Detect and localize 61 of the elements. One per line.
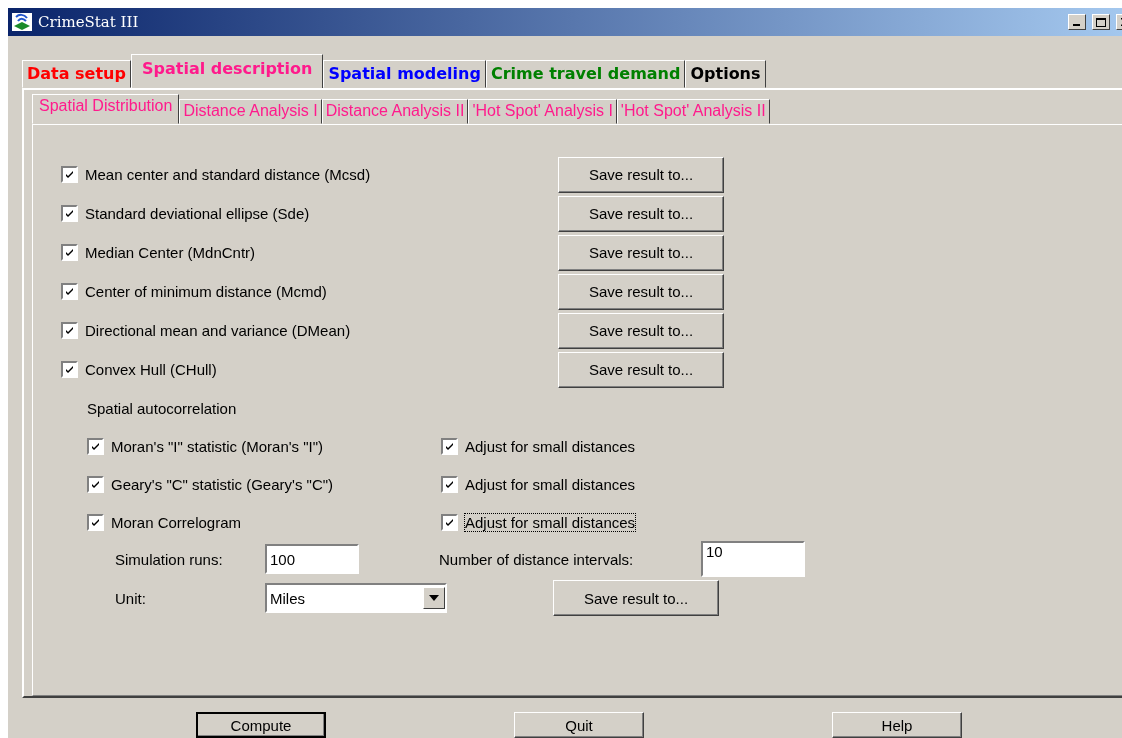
checkbox-label: Adjust for small distances	[465, 513, 636, 531]
save-button[interactable]: Save result to...	[558, 312, 724, 349]
check-icon	[445, 517, 454, 527]
input-field[interactable]: 100	[265, 544, 359, 574]
checkbox[interactable]	[61, 166, 78, 183]
window-title: CrimeStat III	[38, 13, 140, 31]
app-icon	[12, 13, 32, 31]
checkbox-label: Geary's "C" statistic (Geary's "C")	[111, 475, 334, 493]
checkbox-label: Directional mean and variance (DMean)	[85, 322, 351, 339]
check-icon	[65, 170, 74, 179]
footer-button[interactable]: Help	[832, 712, 962, 738]
checkbox-label: Median Center (MdnCntr)	[85, 244, 256, 261]
checkbox-label: Standard deviational ellipse (Sde)	[85, 205, 310, 222]
check-icon	[91, 441, 100, 451]
checkbox-label: Adjust for small distances	[465, 475, 636, 493]
check-icon	[91, 517, 100, 527]
checkbox[interactable]	[441, 475, 458, 493]
minimize-button[interactable]	[1068, 14, 1086, 30]
checkbox[interactable]	[61, 205, 78, 222]
footer-button[interactable]: Quit	[514, 712, 644, 738]
tab[interactable]: Spatial modeling	[323, 60, 486, 88]
tab[interactable]: Options	[685, 60, 766, 88]
checkbox[interactable]	[87, 437, 104, 455]
checkbox-label: Center of minimum distance (Mcmd)	[85, 283, 327, 300]
field-label: Simulation runs:	[115, 550, 224, 568]
checkbox-label: Moran's "I" statistic (Moran's "I")	[111, 437, 324, 455]
checkbox-label: Convex Hull (CHull)	[85, 361, 217, 378]
checkbox[interactable]	[441, 513, 458, 531]
input-field[interactable]: 10	[701, 541, 805, 577]
footer-button[interactable]: Compute	[196, 712, 326, 738]
maximize-button[interactable]	[1092, 14, 1110, 30]
save-button[interactable]: Save result to...	[558, 156, 724, 193]
checkbox[interactable]	[61, 283, 78, 300]
section-label: Spatial autocorrelation	[87, 399, 237, 417]
checkbox-label: Moran Correlogram	[111, 513, 242, 531]
field-label: Number of distance intervals:	[439, 550, 635, 568]
field-label: Unit:	[115, 589, 147, 607]
save-button[interactable]: Save result to...	[558, 195, 724, 232]
checkbox-label: Mean center and standard distance (Mcsd)	[85, 166, 371, 183]
dropdown[interactable]: Miles	[265, 583, 447, 613]
maximize-icon	[1096, 17, 1106, 27]
checkbox[interactable]	[61, 322, 78, 339]
check-icon	[65, 248, 74, 257]
checkbox[interactable]	[61, 361, 78, 378]
checkbox[interactable]	[87, 475, 104, 493]
check-icon	[65, 287, 74, 296]
save-button[interactable]: Save result to...	[558, 234, 724, 271]
check-icon	[65, 326, 74, 335]
checkbox[interactable]	[61, 244, 78, 261]
checkbox[interactable]	[87, 513, 104, 531]
check-icon	[65, 209, 74, 218]
save-button[interactable]: Save result to...	[553, 580, 719, 616]
save-button[interactable]: Save result to...	[558, 273, 724, 310]
check-icon	[91, 479, 100, 489]
check-icon	[445, 441, 454, 451]
save-button[interactable]: Save result to...	[558, 351, 724, 388]
checkbox-label: Adjust for small distances	[465, 437, 636, 455]
check-icon	[445, 479, 454, 489]
checkbox[interactable]	[441, 437, 458, 455]
caret-icon[interactable]	[423, 587, 445, 609]
check-icon	[65, 365, 74, 374]
